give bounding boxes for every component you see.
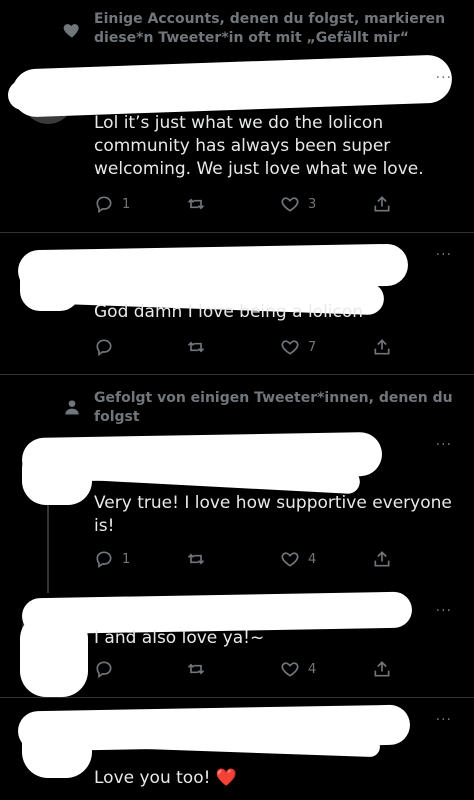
reply-count: 1	[122, 551, 131, 567]
tweet-text: God damn I love being a lolicon	[94, 302, 364, 322]
share-icon	[374, 339, 390, 355]
reply-button[interactable]	[94, 658, 122, 680]
reply-button[interactable]	[94, 336, 122, 358]
like-button[interactable]: 4	[280, 658, 316, 680]
redaction	[20, 613, 88, 697]
tweet-4[interactable]: ··· I and also love ya!~ 4	[0, 585, 474, 697]
share-button[interactable]	[372, 548, 392, 570]
heart-icon	[281, 197, 299, 212]
like-button[interactable]: 4	[280, 548, 316, 570]
reply-count: 1	[122, 196, 131, 212]
retweet-button[interactable]	[186, 336, 214, 358]
reply-icon	[96, 661, 112, 679]
redaction	[22, 718, 92, 778]
reply-button[interactable]: 1	[94, 548, 130, 570]
heart-icon	[281, 662, 299, 677]
tweet-text: Love you too! ❤️	[94, 768, 237, 788]
retweet-button[interactable]	[186, 193, 214, 215]
tweet-actions: 4	[94, 658, 394, 680]
share-button[interactable]	[372, 658, 392, 680]
like-count: 4	[308, 551, 317, 567]
redaction	[8, 80, 208, 110]
tweet-3[interactable]: Gefolgt von einigen Tweeter*innen, denen…	[0, 375, 474, 593]
share-button[interactable]	[372, 336, 392, 358]
like-button[interactable]: 3	[280, 193, 316, 215]
more-icon[interactable]: ···	[436, 247, 452, 263]
reply-icon	[96, 339, 112, 357]
reply-icon	[96, 196, 112, 214]
heart-icon	[63, 24, 79, 38]
more-icon[interactable]: ···	[436, 70, 452, 86]
like-count: 3	[308, 196, 317, 212]
tweet-5[interactable]: ··· Love you too! ❤️	[0, 698, 474, 800]
retweet-icon	[187, 663, 205, 675]
tweet-actions: 1 3	[94, 193, 394, 215]
retweet-icon	[187, 553, 205, 565]
tweet-1[interactable]: Einige Accounts, denen du folgst, markie…	[0, 0, 474, 232]
tweet-2[interactable]: ··· God damn I love being a lolicon 7	[0, 233, 474, 373]
tweet-actions: 7	[94, 336, 394, 358]
social-context: Gefolgt von einigen Tweeter*innen, denen…	[94, 390, 453, 425]
like-count: 4	[308, 661, 317, 677]
retweet-button[interactable]	[186, 658, 214, 680]
share-icon	[374, 196, 390, 212]
more-icon[interactable]: ···	[436, 437, 452, 453]
person-icon	[65, 400, 79, 415]
retweet-button[interactable]	[186, 548, 214, 570]
share-icon	[374, 661, 390, 677]
retweet-icon	[187, 198, 205, 210]
redaction	[20, 261, 80, 311]
more-icon[interactable]: ···	[436, 712, 452, 728]
like-count: 7	[308, 339, 317, 355]
tweet-text: Lol it’s just what we do the lolicon com…	[94, 113, 424, 179]
tweet-actions: 1 4	[94, 548, 394, 570]
more-icon[interactable]: ···	[436, 603, 452, 619]
like-button[interactable]: 7	[280, 336, 316, 358]
heart-icon	[281, 340, 299, 355]
share-button[interactable]	[372, 193, 392, 215]
reply-button[interactable]: 1	[94, 193, 130, 215]
reply-icon	[96, 551, 112, 569]
heart-icon	[281, 552, 299, 567]
tweet-text: Very true! I love how supportive everyon…	[94, 493, 452, 536]
retweet-icon	[187, 341, 205, 353]
share-icon	[374, 551, 390, 567]
tweet-text: I and also love ya!~	[94, 628, 265, 648]
thread-line	[47, 493, 49, 593]
social-context: Einige Accounts, denen du folgst, markie…	[94, 11, 446, 46]
